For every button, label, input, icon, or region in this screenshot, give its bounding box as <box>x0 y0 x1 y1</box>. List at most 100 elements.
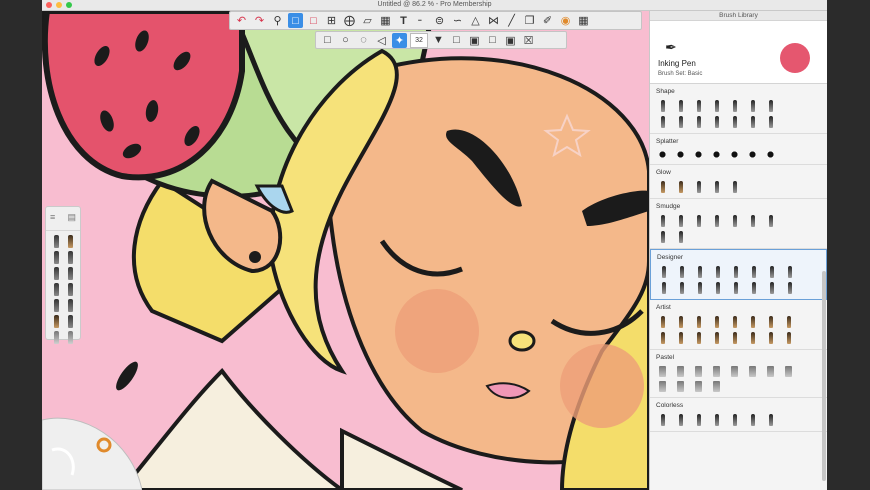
brush-gr-icon[interactable] <box>658 366 667 377</box>
brush-tan-icon[interactable] <box>712 316 721 328</box>
palette-brush[interactable] <box>64 315 76 328</box>
brush-burst-icon[interactable] <box>748 100 757 112</box>
brush-gr-icon[interactable] <box>658 381 667 392</box>
close-icon[interactable]: ☒ <box>521 33 536 48</box>
brush-gr-icon[interactable] <box>676 366 685 377</box>
brush-pen-icon[interactable] <box>766 215 775 227</box>
brush-gr-icon[interactable] <box>748 366 757 377</box>
brush-splat-icon[interactable] <box>694 150 703 159</box>
brush-splat-icon[interactable] <box>766 150 775 159</box>
brush-tan-icon[interactable] <box>694 332 703 344</box>
brush-tan-icon[interactable] <box>748 332 757 344</box>
brush-pen-icon[interactable] <box>659 282 668 294</box>
brush-pen-icon[interactable] <box>748 215 757 227</box>
brush-pen-icon[interactable] <box>731 282 740 294</box>
brush-pen-icon[interactable] <box>658 231 667 243</box>
brush-gr-icon[interactable] <box>676 381 685 392</box>
copy-icon[interactable]: ❐ <box>522 13 537 28</box>
brush-gr-icon[interactable] <box>784 366 793 377</box>
palette-brush[interactable] <box>64 331 76 344</box>
invert-icon[interactable]: □ <box>449 33 464 48</box>
brush-tan-icon[interactable] <box>658 316 667 328</box>
brush-splat-icon[interactable] <box>712 150 721 159</box>
palette-brush[interactable] <box>64 235 76 248</box>
color-wheel-icon[interactable]: ◉ <box>558 13 573 28</box>
brush-tan-icon[interactable] <box>766 316 775 328</box>
brush-pen-icon[interactable] <box>694 215 703 227</box>
feather-field[interactable]: 32 <box>410 32 428 48</box>
palette-brush[interactable] <box>64 267 76 280</box>
brush-gr-icon[interactable] <box>766 366 775 377</box>
brush-pen-icon[interactable] <box>767 266 776 278</box>
brush-squiggle-icon[interactable] <box>694 181 703 193</box>
clear-icon[interactable]: □ <box>485 33 500 48</box>
brush-icon[interactable]: ✐ <box>540 13 555 28</box>
palette-brush[interactable] <box>50 315 62 328</box>
brush-ring-icon[interactable] <box>712 181 721 193</box>
brush-gr-icon[interactable] <box>730 366 739 377</box>
brush-pen-icon[interactable] <box>731 266 740 278</box>
brush-circle-icon[interactable] <box>712 100 721 112</box>
library-scrollbar[interactable] <box>822 271 826 481</box>
brush-splat-icon[interactable] <box>730 150 739 159</box>
brush-pen-icon[interactable] <box>695 282 704 294</box>
palette-brush[interactable] <box>64 283 76 296</box>
ruler-icon[interactable]: ╴ <box>414 13 429 28</box>
brush-gr-icon[interactable] <box>712 381 721 392</box>
brush-cross-icon[interactable] <box>730 181 739 193</box>
zoom-icon[interactable]: ⚲ <box>270 13 285 28</box>
brush-gr-icon[interactable] <box>712 366 721 377</box>
brush-pen-icon[interactable] <box>676 116 685 128</box>
brush-pen-icon[interactable] <box>676 231 685 243</box>
brush-grass-icon[interactable] <box>694 100 703 112</box>
perspective-icon[interactable]: ▱ <box>360 13 375 28</box>
brush-dots-icon[interactable] <box>766 100 775 112</box>
rect-select-icon[interactable]: □ <box>320 33 335 48</box>
brush-tan-icon[interactable] <box>676 332 685 344</box>
brush-pen-icon[interactable] <box>785 282 794 294</box>
palette-menu-icon[interactable]: ≡ <box>50 212 55 230</box>
brush-tan-icon[interactable] <box>730 316 739 328</box>
brush-pen-icon[interactable] <box>676 215 685 227</box>
brush-pen-icon[interactable] <box>658 414 667 426</box>
crop-icon[interactable]: ⊞ <box>324 13 339 28</box>
palette-brush[interactable] <box>50 331 62 344</box>
palette-brush[interactable] <box>50 235 62 248</box>
brush-pen-icon[interactable] <box>766 414 775 426</box>
color-swatch[interactable] <box>780 43 810 73</box>
brush-spiky-icon[interactable] <box>676 100 685 112</box>
select-icon[interactable]: □ <box>288 13 303 28</box>
brush-tan-icon[interactable] <box>712 332 721 344</box>
brush-splat-icon[interactable] <box>676 150 685 159</box>
polygon-select-icon[interactable]: ◁ <box>374 33 389 48</box>
magic-wand-icon[interactable]: ✦ <box>392 32 407 48</box>
brush-tan-icon[interactable] <box>658 332 667 344</box>
brush-pen-icon[interactable] <box>712 414 721 426</box>
brush-gr-icon[interactable] <box>694 366 703 377</box>
brush-tan-icon[interactable] <box>730 332 739 344</box>
palette-brush[interactable] <box>50 267 62 280</box>
brush-pen-icon[interactable] <box>713 282 722 294</box>
brush-pen-icon[interactable] <box>749 282 758 294</box>
brush-tan-icon[interactable] <box>748 316 757 328</box>
transform-icon[interactable]: ⨁ <box>342 13 357 28</box>
brush-pen-icon[interactable] <box>749 266 758 278</box>
stroke-icon[interactable]: ╱ <box>504 13 519 28</box>
brush-pen-icon[interactable] <box>677 282 686 294</box>
brush-tan-icon[interactable] <box>676 181 685 193</box>
palette-brush[interactable] <box>50 299 62 312</box>
brush-tan-icon[interactable] <box>694 316 703 328</box>
brush-pen-icon[interactable] <box>730 116 739 128</box>
perspective-grid-icon[interactable]: △ <box>468 13 483 28</box>
brush-pen-icon[interactable] <box>694 116 703 128</box>
brush-pen-icon[interactable] <box>748 116 757 128</box>
transform-sel-icon[interactable]: ▣ <box>503 33 518 48</box>
palette-brush[interactable] <box>50 283 62 296</box>
brush-pen-icon[interactable] <box>730 215 739 227</box>
brush-pen-icon[interactable] <box>785 266 794 278</box>
brush-dots-icon[interactable] <box>658 116 667 128</box>
brush-pen-icon[interactable] <box>658 215 667 227</box>
brush-pen-icon[interactable] <box>712 116 721 128</box>
curve-icon[interactable]: ∽ <box>450 13 465 28</box>
brush-pen-icon[interactable] <box>695 266 704 278</box>
